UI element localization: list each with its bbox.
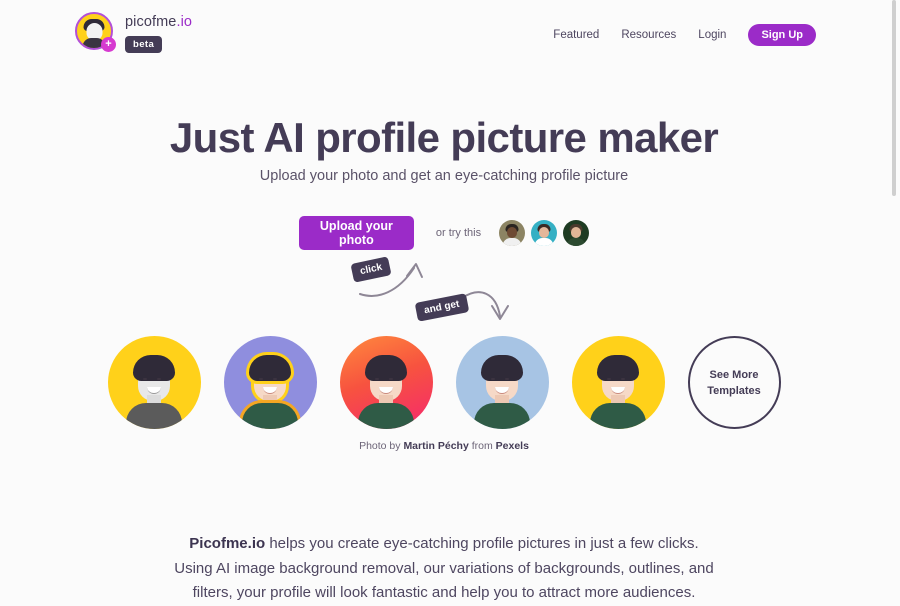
portrait-illustration (358, 351, 414, 429)
nav-link-login[interactable]: Login (698, 29, 726, 41)
page-subtitle: Upload your photo and get an eye-catchin… (259, 168, 629, 184)
template-yellow[interactable] (571, 336, 665, 429)
sample-avatar-3[interactable] (563, 220, 590, 246)
sample-avatar-1[interactable] (499, 220, 526, 246)
credit-middle: from (468, 440, 496, 452)
template-gallery: See More Templates (0, 336, 888, 429)
blurb-line2: Using AI image background removal, our v… (174, 559, 714, 577)
portrait-illustration (474, 351, 530, 429)
andget-arrow-path (461, 291, 501, 317)
beta-badge: beta (125, 36, 163, 53)
brand-logo-group[interactable]: + picofme.io beta (75, 12, 192, 53)
avatar-plus-icon: + (75, 12, 116, 52)
or-try-this-label: or try this (435, 227, 482, 239)
brand-name-main: picofme (125, 14, 177, 30)
brand-name: picofme.io (125, 14, 192, 30)
credit-source[interactable]: Pexels (496, 440, 529, 452)
credit-prefix: Photo by (359, 440, 404, 452)
scrollbar-thumb[interactable] (892, 0, 896, 196)
upload-photo-button[interactable]: Upload your photo (298, 216, 414, 250)
template-periwinkle-outline[interactable] (223, 336, 317, 429)
see-more-templates-label: See More Templates (707, 368, 761, 397)
sample-avatar-list (499, 220, 590, 246)
plus-icon: + (101, 37, 116, 52)
portrait-illustration (590, 351, 646, 429)
template-yellow-grayscale[interactable] (107, 336, 201, 429)
portrait-illustration (242, 351, 298, 429)
blurb-brand: Picofme.io (189, 535, 266, 552)
sign-up-button[interactable]: Sign Up (748, 24, 816, 46)
page-title: Just AI profile picture maker (169, 114, 719, 161)
photo-credit: Photo by Martin Péchy from Pexels (0, 440, 888, 452)
template-light-blue[interactable] (455, 336, 549, 429)
blurb-line3: filters, your profile will look fantasti… (192, 584, 696, 601)
see-more-templates-button[interactable]: See More Templates (687, 336, 781, 429)
template-orange-pink-gradient[interactable] (339, 336, 433, 429)
blurb-line1: helps you create eye-catching profile pi… (265, 535, 699, 552)
sample-avatar-2[interactable] (531, 220, 558, 246)
nav-link-resources[interactable]: Resources (621, 29, 676, 41)
credit-author[interactable]: Martin Péchy (403, 440, 468, 452)
annotation-group: click and get (340, 248, 540, 333)
portrait-illustration (126, 351, 182, 429)
marketing-blurb: Picofme.io helps you create eye-catching… (0, 532, 888, 606)
brand-text-group: picofme.io beta (125, 12, 192, 53)
nav-link-featured[interactable]: Featured (553, 29, 599, 41)
site-header: + picofme.io beta Featured Resources Log… (0, 0, 888, 66)
cta-row: Upload your photo or try this (0, 216, 888, 250)
page-scrollbar[interactable] (888, 0, 900, 600)
brand-name-tld: .io (176, 14, 193, 30)
main-nav: Featured Resources Login Sign Up (553, 24, 816, 46)
